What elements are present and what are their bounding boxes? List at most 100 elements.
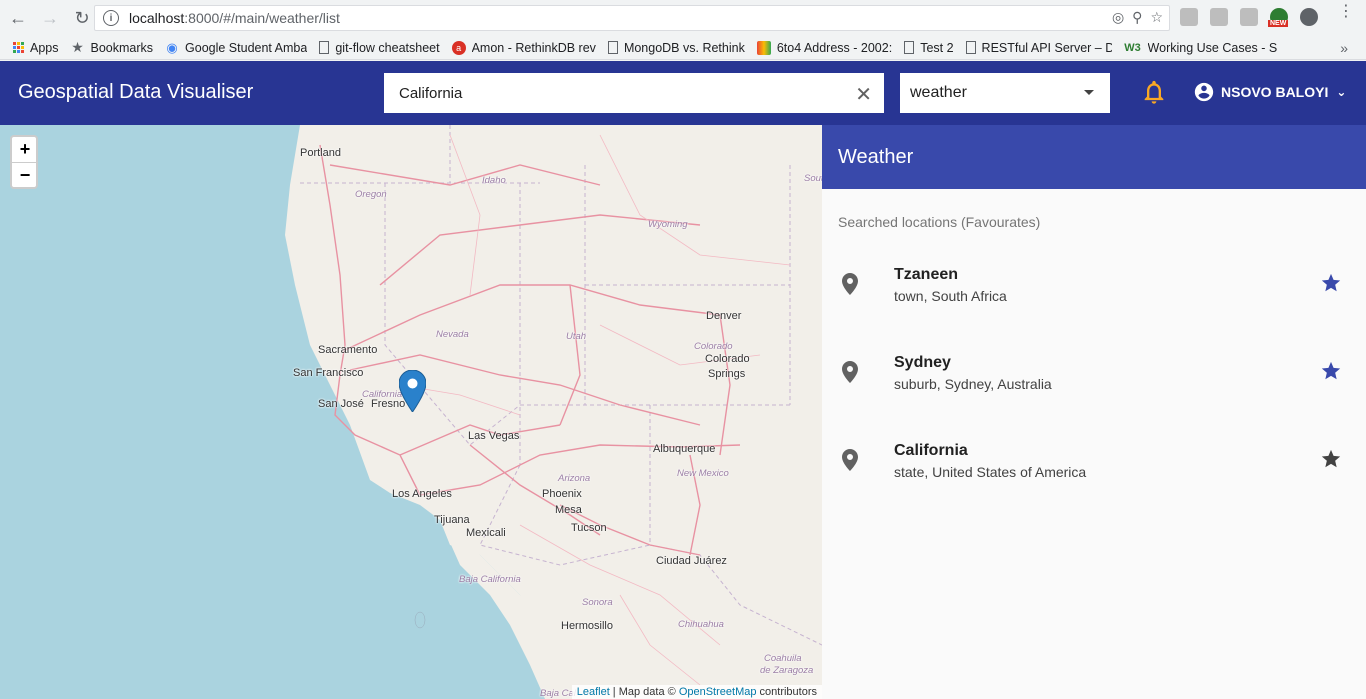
address-bar[interactable]: i localhost:8000/#/main/weather/list ◎ ⚲… bbox=[94, 5, 1170, 31]
dropdown-arrow-icon bbox=[1084, 90, 1094, 95]
map-marker-icon[interactable] bbox=[399, 370, 426, 412]
location-pin-icon bbox=[842, 449, 858, 471]
page-icon bbox=[319, 41, 330, 54]
zoom-in-button[interactable]: + bbox=[12, 137, 36, 162]
bookmark-item[interactable]: Test 2 bbox=[904, 40, 954, 55]
attribution-text: | Map data © bbox=[609, 686, 679, 698]
attribution-tail: contributors bbox=[756, 686, 817, 698]
bookmark-item[interactable]: MongoDB vs. Rethink bbox=[607, 40, 745, 55]
map-region-label: Utah bbox=[566, 331, 587, 342]
map-region-label: Nevada bbox=[436, 329, 469, 340]
location-description: state, United States of America bbox=[894, 464, 1087, 480]
reload-icon[interactable]: ↻ bbox=[68, 4, 96, 32]
map-region-label: Coahuila bbox=[764, 653, 802, 664]
map-region-label: Oregon bbox=[355, 189, 387, 200]
location-item[interactable]: Sydney suburb, Sydney, Australia bbox=[822, 342, 1366, 430]
bookmark-label: git-flow cheatsheet bbox=[335, 40, 440, 55]
bookmark-label: MongoDB vs. Rethink bbox=[623, 40, 745, 55]
forward-icon[interactable]: → bbox=[36, 4, 64, 32]
zoom-out-button[interactable]: − bbox=[12, 162, 36, 187]
bookmark-item[interactable]: Apps bbox=[12, 41, 59, 55]
bookmark-label: Test 2 bbox=[920, 40, 954, 55]
bookmark-label: Google Student Amba bbox=[185, 40, 308, 55]
map-region-label: Baja California bbox=[459, 574, 521, 585]
back-icon[interactable]: ← bbox=[4, 4, 32, 32]
bookmark-item[interactable]: a Amon - RethinkDB rev bbox=[451, 40, 596, 55]
key-icon[interactable]: ⚲ bbox=[1132, 9, 1142, 26]
bookmark-star-icon[interactable]: ☆ bbox=[1150, 9, 1163, 26]
location-description: town, South Africa bbox=[894, 288, 1007, 304]
map-city-label: San Francisco bbox=[293, 367, 364, 379]
map-region-label: Baja Cal bbox=[540, 688, 576, 699]
url-text[interactable]: localhost:8000/#/main/weather/list bbox=[129, 10, 340, 26]
map-city-label: Tijuana bbox=[434, 514, 470, 526]
map-city-label: Denver bbox=[706, 310, 742, 322]
extension-k-icon[interactable] bbox=[1180, 8, 1198, 26]
map-region-label: de Zaragoza bbox=[760, 665, 814, 676]
page-icon bbox=[965, 41, 976, 54]
location-pin-icon bbox=[842, 361, 858, 383]
map-city-label: Mesa bbox=[555, 504, 582, 516]
extension-eye-icon[interactable] bbox=[1300, 8, 1318, 26]
extension-grammarly-icon[interactable]: NEW bbox=[1268, 8, 1289, 27]
favourite-star-icon[interactable] bbox=[1320, 448, 1342, 470]
bookmark-item[interactable]: W3 Working Use Cases - S bbox=[1124, 41, 1277, 55]
app-title: Geospatial Data Visualiser bbox=[18, 81, 254, 103]
site-info-icon[interactable]: i bbox=[103, 10, 119, 26]
new-badge: NEW bbox=[1268, 20, 1289, 27]
map-city-label: San José bbox=[318, 398, 364, 410]
location-item[interactable]: California state, United States of Americ… bbox=[822, 430, 1366, 518]
location-icon[interactable]: ◎ bbox=[1112, 9, 1124, 26]
favourite-star-icon[interactable] bbox=[1320, 360, 1342, 382]
map-region-label: Idaho bbox=[482, 175, 506, 186]
favourite-star-icon[interactable] bbox=[1320, 272, 1342, 294]
url-path: :8000/#/main/weather/list bbox=[184, 10, 340, 26]
panel-title: Weather bbox=[822, 125, 1366, 189]
map-city-label: Tucson bbox=[571, 522, 607, 534]
map-city-label: Mexicali bbox=[466, 527, 506, 539]
extension-drive-icon[interactable] bbox=[1240, 8, 1258, 26]
location-search: ✕ bbox=[384, 73, 884, 113]
map-region-label: Colorado bbox=[694, 341, 733, 352]
panel-subtitle: Searched locations (Favourates) bbox=[838, 214, 1041, 230]
clear-search-icon[interactable]: ✕ bbox=[855, 82, 872, 107]
chevron-down-icon: ⌄ bbox=[1336, 85, 1347, 99]
bookmark-label: Bookmarks bbox=[90, 40, 154, 55]
map-city-label: Albuquerque bbox=[653, 443, 716, 455]
map-city-label: Portland bbox=[300, 147, 341, 159]
extension-note-icon[interactable] bbox=[1210, 8, 1228, 26]
leaflet-link[interactable]: Leaflet bbox=[577, 686, 610, 698]
location-list: Tzaneen town, South Africa Sydney suburb, S… bbox=[822, 254, 1366, 518]
openstreetmap-link[interactable]: OpenStreetMap bbox=[679, 686, 757, 698]
user-name: NSOVO BALOYI bbox=[1221, 84, 1329, 100]
location-description: suburb, Sydney, Australia bbox=[894, 376, 1052, 392]
location-item[interactable]: Tzaneen town, South Africa bbox=[822, 254, 1366, 342]
location-name: Sydney bbox=[894, 354, 951, 371]
notification-bell-icon[interactable] bbox=[1140, 77, 1168, 107]
search-input[interactable] bbox=[399, 84, 839, 102]
browser-menu-icon[interactable]: ⋮ bbox=[1338, 4, 1354, 20]
page-icon bbox=[607, 41, 618, 54]
zoom-control: + − bbox=[10, 135, 38, 189]
map-city-label: Las Vegas bbox=[468, 430, 520, 442]
url-host: localhost bbox=[129, 10, 185, 26]
bookmark-item[interactable]: 6to4 Address - 2002: bbox=[756, 40, 892, 55]
map-tiles bbox=[285, 125, 822, 699]
bookmark-item[interactable]: ★ Bookmarks bbox=[71, 40, 154, 55]
map-attribution: Leaflet | Map data © OpenStreetMap contr… bbox=[571, 685, 822, 699]
bookmark-label: RESTful API Server – D bbox=[981, 40, 1112, 55]
user-menu[interactable]: NSOVO BALOYI ⌄ bbox=[1193, 81, 1346, 103]
bookmark-label: Amon - RethinkDB rev bbox=[471, 40, 596, 55]
map-region-label: New Mexico bbox=[677, 468, 729, 479]
data-type-select[interactable]: weather bbox=[900, 73, 1110, 113]
bookmarks-overflow-button[interactable]: » bbox=[1340, 40, 1348, 56]
map-city-label: Sacramento bbox=[318, 344, 378, 356]
map-city-label: Los Angeles bbox=[392, 488, 452, 500]
bookmark-item[interactable]: ◉ Google Student Amba bbox=[165, 41, 307, 55]
bookmark-item[interactable]: RESTful API Server – D bbox=[965, 40, 1112, 55]
map-city-label: Phoenix bbox=[542, 488, 582, 500]
location-pin-icon bbox=[842, 273, 858, 295]
map-view[interactable]: Portland Oregon Idaho Wyoming Nevada Utah Colo… bbox=[0, 125, 822, 699]
browser-toolbar: ← → ↻ i localhost:8000/#/main/weather/li… bbox=[0, 0, 1366, 36]
bookmark-item[interactable]: git-flow cheatsheet bbox=[319, 40, 440, 55]
